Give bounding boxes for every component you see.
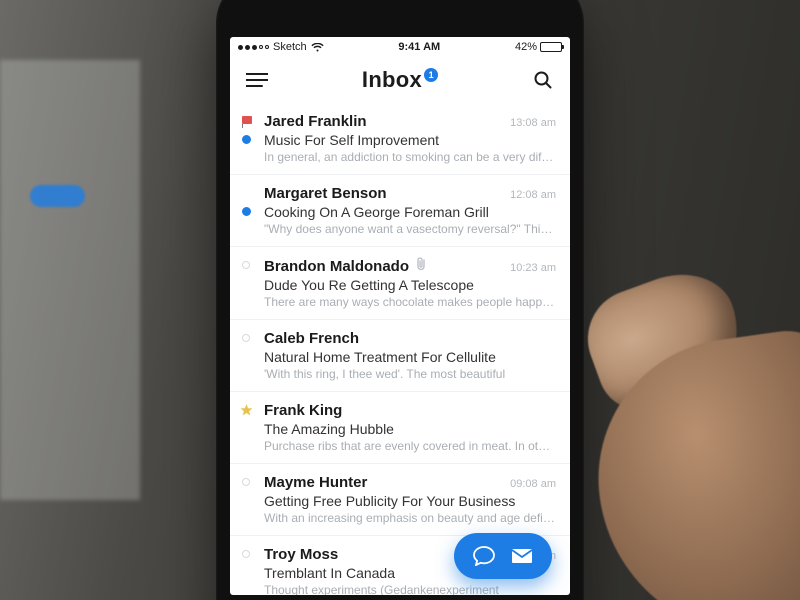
message-time: 10:23 am: [510, 262, 556, 274]
photo-background: Sketch 9:41 AM 42%: [0, 0, 800, 600]
unread-badge: 1: [424, 68, 438, 82]
message-row[interactable]: Mayme Hunter 09:08 am Getting Free Publici…: [230, 464, 570, 536]
chat-icon: [473, 546, 495, 566]
message-subject: Music For Self Improvement: [264, 132, 556, 148]
header-title-wrap: Inbox 1: [362, 67, 438, 93]
message-sender: Margaret Benson: [264, 185, 387, 202]
mail-icon: [511, 548, 533, 564]
unread-dot-icon: [242, 135, 251, 144]
search-button[interactable]: [530, 67, 556, 93]
message-list[interactable]: Jared Franklin 13:08 am Music For Self Imp…: [230, 103, 570, 595]
unread-dot-icon: [242, 207, 251, 216]
message-preview: "Why does anyone want a vasectomy revers…: [264, 222, 556, 236]
page-title: Inbox: [362, 67, 422, 93]
message-row[interactable]: Margaret Benson 12:08 am Cooking On A Geor…: [230, 175, 570, 247]
read-indicator-icon: [242, 478, 250, 486]
message-preview: Purchase ribs that are evenly covered in…: [264, 439, 556, 453]
message-subject: The Amazing Hubble: [264, 421, 556, 437]
message-time: 13:08 am: [510, 117, 556, 129]
message-time: 12:08 am: [510, 189, 556, 201]
message-subject: Getting Free Publicity For Your Business: [264, 493, 556, 509]
message-sender: Jared Franklin: [264, 113, 367, 130]
message-time: 09:08 am: [510, 478, 556, 490]
message-sender: Troy Moss: [264, 546, 338, 563]
message-subject: Cooking On A George Foreman Grill: [264, 204, 556, 220]
hamburger-icon: [246, 73, 268, 87]
compose-fab[interactable]: [454, 533, 552, 579]
message-preview: There are many ways chocolate makes peop…: [264, 295, 556, 309]
phone-frame: Sketch 9:41 AM 42%: [216, 0, 584, 600]
battery-indicator: 42%: [515, 41, 562, 53]
message-row[interactable]: Brandon Maldonado 10:23 am Dude You Re Ge…: [230, 247, 570, 320]
message-sender: Frank King: [264, 402, 342, 419]
app-header: Inbox 1: [230, 57, 570, 103]
read-indicator-icon: [242, 334, 250, 342]
message-subject: Natural Home Treatment For Cellulite: [264, 349, 556, 365]
message-row[interactable]: Frank King The Amazing Hubble Purchase rib…: [230, 392, 570, 464]
battery-icon: [540, 42, 562, 52]
status-bar: Sketch 9:41 AM 42%: [230, 37, 570, 57]
message-row[interactable]: Jared Franklin 13:08 am Music For Self Imp…: [230, 103, 570, 175]
background-monitor: [0, 60, 140, 500]
message-preview: 'With this ring, I thee wed'. The most b…: [264, 367, 556, 381]
message-subject: Dude You Re Getting A Telescope: [264, 277, 556, 293]
message-preview: With an increasing emphasis on beauty an…: [264, 511, 556, 525]
wifi-icon: [311, 43, 324, 52]
battery-percent: 42%: [515, 41, 537, 53]
message-sender: Caleb French: [264, 330, 359, 347]
message-preview: Thought experiments (Gedankenexperiment: [264, 583, 556, 595]
flag-icon: [242, 116, 252, 124]
read-indicator-icon: [242, 550, 250, 558]
read-indicator-icon: [242, 261, 250, 269]
background-pill: [30, 185, 85, 207]
menu-button[interactable]: [244, 67, 270, 93]
message-row[interactable]: Caleb French Natural Home Treatment For C…: [230, 320, 570, 392]
status-time: 9:41 AM: [398, 41, 440, 53]
message-sender: Brandon Maldonado: [264, 257, 427, 275]
attachment-icon: [415, 257, 427, 275]
message-sender: Mayme Hunter: [264, 474, 367, 491]
phone-screen: Sketch 9:41 AM 42%: [230, 37, 570, 595]
star-icon: [242, 406, 251, 415]
signal-dots-icon: [238, 45, 269, 50]
search-icon: [533, 70, 553, 90]
message-preview: In general, an addiction to smoking can …: [264, 150, 556, 164]
carrier-label: Sketch: [273, 41, 307, 53]
